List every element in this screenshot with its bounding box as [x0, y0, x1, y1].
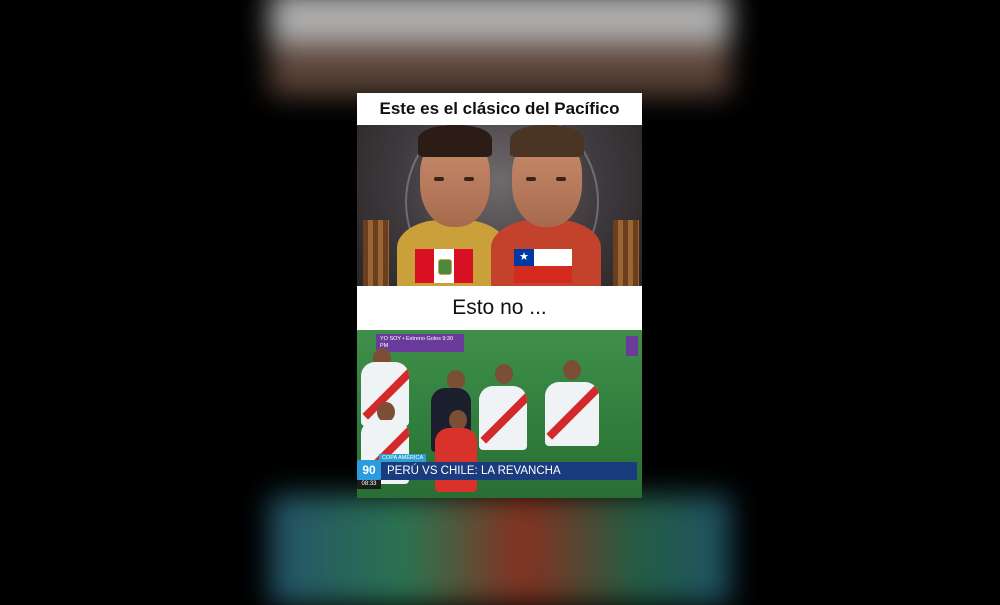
top-caption: Este es el clásico del Pacífico [357, 93, 642, 125]
section-tag: COPA AMÉRICA [379, 454, 427, 462]
eye [434, 177, 444, 181]
peru-flag [415, 249, 473, 283]
eye [464, 177, 474, 181]
football-broadcast-panel: YO SOY • Estreno Goles 9:30 PM COPA AMÉR… [357, 330, 642, 498]
clock: 08:33 [357, 480, 381, 489]
ring-post [613, 220, 639, 286]
headline-ticker: PERÚ VS CHILE: LA REVANCHA [379, 462, 637, 480]
blurred-background-bottom [270, 495, 730, 605]
ring-post [363, 220, 389, 286]
channel-corner-logo [626, 336, 638, 356]
chile-flag: ★ [514, 249, 572, 283]
channel-logo: 90 [357, 460, 381, 480]
wrestler-right-hair [510, 125, 584, 157]
wrestlers-panel: ★ [357, 125, 642, 286]
coat-of-arms-icon [438, 259, 452, 275]
eye [526, 177, 536, 181]
program-badge: YO SOY • Estreno Goles 9:30 PM [376, 334, 464, 352]
wrestler-left-hair [418, 125, 492, 157]
middle-caption: Esto no ... [357, 286, 642, 330]
star-icon: ★ [514, 249, 534, 266]
blurred-background-top [270, 0, 730, 95]
meme-image: Este es el clásico del Pacífico ★ Esto n… [357, 93, 642, 498]
eye [556, 177, 566, 181]
